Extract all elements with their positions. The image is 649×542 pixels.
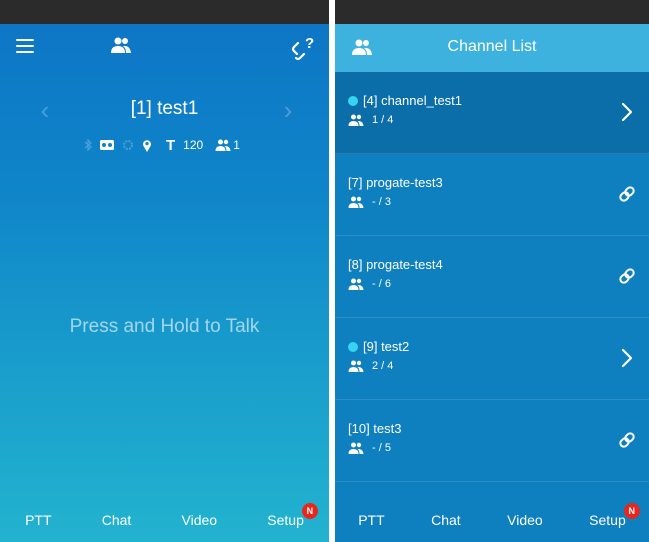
channel-name-line: [4] channel_test1 <box>348 93 462 108</box>
top-bar: ? <box>0 24 329 72</box>
channel-name: [4] channel_test1 <box>363 93 463 108</box>
channel-members: 1 / 4 <box>372 114 394 126</box>
members-small-icon <box>348 114 364 126</box>
channel-list: [4] channel_test1 1 / 4 [7] progate-test… <box>335 72 649 482</box>
link-icon[interactable] <box>617 428 637 452</box>
channel-members: - / 3 <box>372 196 391 208</box>
channel-members-line: - / 6 <box>348 278 391 290</box>
link-icon[interactable] <box>617 264 637 288</box>
nav-setup-label: Setup <box>267 512 304 528</box>
channel-row[interactable]: [10] test3 - / 5 <box>335 400 649 482</box>
signal-t-icon: T <box>166 136 176 154</box>
channel-row[interactable]: [8] progate-test4 - / 6 <box>335 236 649 318</box>
location-pin-icon <box>142 139 152 152</box>
channel-status-row: T 120 1 <box>84 136 240 154</box>
settings-gear-icon <box>122 139 134 151</box>
status-bar <box>335 0 649 24</box>
nav-ptt[interactable]: PTT <box>354 506 388 534</box>
nav-video[interactable]: Video <box>178 506 222 534</box>
nav-ptt[interactable]: PTT <box>21 506 55 534</box>
member-count: 1 <box>233 138 240 152</box>
channel-name: [8] progate-test4 <box>348 257 443 272</box>
status-bar <box>0 0 329 24</box>
channel-members: 2 / 4 <box>372 360 394 372</box>
channel-members-line: 2 / 4 <box>348 360 393 372</box>
members-small-icon <box>215 139 231 151</box>
channel-name-line: [7] progate-test3 <box>348 175 443 190</box>
nav-setup[interactable]: Setup N <box>585 503 640 534</box>
channel-name-line: [10] test3 <box>348 421 401 436</box>
channel-members-line: - / 5 <box>348 442 391 454</box>
channel-name-line: [8] progate-test4 <box>348 257 443 272</box>
signal-value: 120 <box>183 138 204 152</box>
svg-text:?: ? <box>305 35 314 52</box>
channel-row[interactable]: [7] progate-test3 - / 3 <box>335 154 649 236</box>
recorder-icon <box>100 140 114 150</box>
link-icon[interactable] <box>617 182 637 206</box>
channel-list-screen: Channel List [4] channel_test1 1 / 4 [7]… <box>335 0 649 542</box>
bottom-nav: PTT Chat Video Setup N <box>335 498 649 542</box>
next-channel-button[interactable]: › <box>273 95 303 125</box>
nav-setup-label: Setup <box>589 512 626 528</box>
menu-icon[interactable] <box>16 39 34 53</box>
nav-setup[interactable]: Setup N <box>263 503 318 534</box>
nav-chat[interactable]: Chat <box>427 506 465 534</box>
nav-chat[interactable]: Chat <box>98 506 136 534</box>
members-small-icon <box>348 442 364 454</box>
ptt-screen: ? ‹ [1] test1 › T 120 1 Press and Hold t… <box>0 0 329 542</box>
unlink-icon[interactable]: ? <box>291 34 317 60</box>
channel-members-line: 1 / 4 <box>348 114 393 126</box>
channel-name: [7] progate-test3 <box>348 175 443 190</box>
members-icon[interactable] <box>110 36 132 54</box>
channel-members: - / 6 <box>372 278 391 290</box>
channel-row[interactable]: [9] test2 2 / 4 <box>335 318 649 400</box>
members-small-icon <box>348 360 364 372</box>
channel-name-line: [9] test2 <box>348 339 409 354</box>
notification-badge: N <box>623 503 640 519</box>
nav-video[interactable]: Video <box>503 506 547 534</box>
members-small-icon <box>348 196 364 208</box>
bluetooth-icon <box>84 139 92 151</box>
push-to-talk-area[interactable]: Press and Hold to Talk <box>0 316 329 338</box>
members-small-icon <box>348 278 364 290</box>
channel-row[interactable]: [4] channel_test1 1 / 4 <box>335 72 649 154</box>
channel-name: [10] test3 <box>348 421 402 436</box>
channel-members: - / 5 <box>372 442 391 454</box>
online-dot <box>348 341 358 352</box>
bottom-nav: PTT Chat Video Setup N <box>0 498 329 542</box>
notification-badge: N <box>301 503 318 519</box>
top-bar: Channel List <box>335 24 649 72</box>
chevron-right-icon[interactable] <box>617 100 637 124</box>
channel-members-line: - / 3 <box>348 196 391 208</box>
chevron-right-icon[interactable] <box>617 346 637 370</box>
page-title: Channel List <box>447 38 537 55</box>
online-dot <box>348 95 358 106</box>
channel-name: [9] test2 <box>363 339 410 354</box>
